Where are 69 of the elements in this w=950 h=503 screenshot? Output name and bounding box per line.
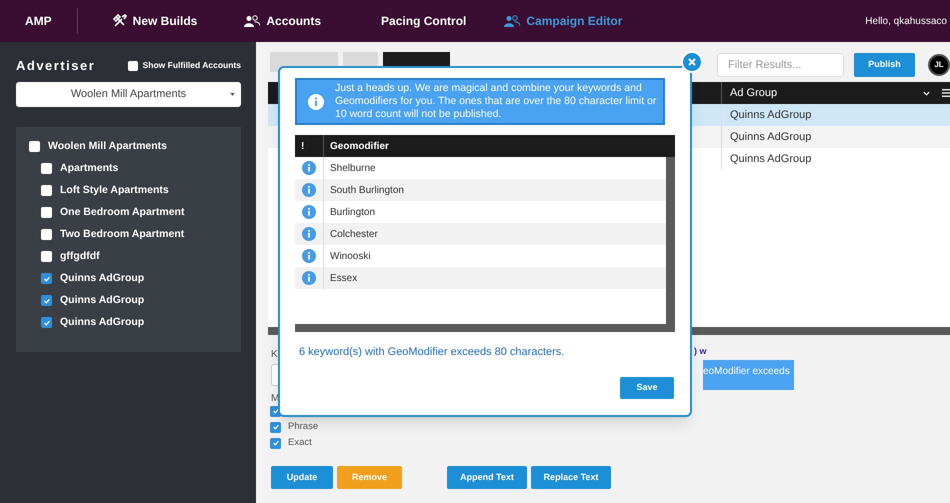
checkbox-label: Phrase (288, 420, 318, 434)
checkmark-icon (42, 318, 50, 326)
caret-icon (230, 92, 235, 96)
brand-name[interactable]: AMP (25, 12, 52, 30)
checkbox[interactable] (41, 251, 52, 262)
nav-link[interactable]: Campaign Editor (504, 12, 622, 30)
checkbox[interactable] (41, 163, 52, 174)
advertiser-dropdown[interactable]: Woolen Mill Apartments (16, 82, 241, 106)
warning-message: 6 keyword(s) with GeoModifier exceeds 80 characters. (299, 345, 566, 360)
form-button[interactable]: Update (271, 466, 333, 489)
tree-item[interactable]: Quinns AdGroup (60, 270, 144, 286)
info-icon (302, 205, 316, 219)
tree-item[interactable]: Quinns AdGroup (60, 292, 144, 308)
checkmark-icon (42, 274, 50, 282)
table-cell-text: South Burlington (329, 184, 404, 198)
table-cell-text: Essex (329, 272, 358, 286)
table-cell-text: Winooski (329, 250, 371, 264)
checkbox[interactable] (128, 60, 138, 71)
banner-text: Just a heads up. We are magical and combine your keywords and Geomodifiers for you. The ones that are over the 80 character limit or 10 word count will not be published. (335, 82, 658, 121)
checkbox[interactable] (270, 422, 281, 432)
tooltip: eoModifier exceeds (703, 360, 794, 390)
info-icon (302, 183, 316, 197)
tree-item[interactable]: Two Bedroom Apartment (60, 226, 184, 242)
checkbox[interactable] (41, 229, 52, 240)
people-icon (244, 15, 260, 27)
nav-link[interactable]: New Builds (112, 12, 198, 30)
sidebar-title: Advertiser (16, 57, 96, 75)
checkbox[interactable] (41, 295, 52, 306)
tree-item[interactable]: Apartments (60, 160, 118, 176)
field-label: K (271, 348, 278, 361)
tree-item[interactable]: Quinns AdGroup (60, 314, 144, 330)
table-cell-text: Shelburne (329, 162, 376, 176)
info-icon (302, 161, 316, 175)
info-icon (302, 271, 316, 285)
checkmark-icon (42, 296, 50, 304)
checkbox-label: Exact (288, 436, 312, 450)
greeting-text: Hello, qkahussaco (865, 14, 947, 28)
menu-icon[interactable] (942, 89, 950, 97)
checkbox[interactable] (41, 317, 52, 328)
avatar[interactable]: JL (928, 54, 950, 76)
close-button[interactable] (681, 51, 703, 73)
table-cell-text: Burlington (329, 206, 376, 220)
tree-item[interactable]: gffgdfdf (60, 248, 100, 264)
notice-text: ) w (694, 345, 706, 358)
table-cell-text: Colchester (329, 228, 378, 242)
chevron-icon (923, 90, 930, 96)
tree-item[interactable]: Woolen Mill Apartments (48, 138, 168, 154)
info-icon (302, 227, 316, 241)
tools-icon (112, 14, 127, 28)
form-button[interactable]: Replace Text (531, 466, 611, 489)
checkbox[interactable] (41, 185, 52, 196)
checkbox-label: Show Fulfilled Accounts (142, 59, 241, 72)
form-button[interactable]: Append Text (447, 466, 527, 489)
save-button[interactable]: Save (620, 376, 674, 398)
checkbox[interactable] (41, 273, 52, 284)
nav-link[interactable]: Accounts (244, 12, 322, 30)
tree-item[interactable]: Loft Style Apartments (60, 182, 169, 198)
nav-link[interactable]: Pacing Control (381, 12, 466, 30)
checkbox[interactable] (29, 141, 40, 152)
info-icon (308, 94, 324, 110)
publish-button[interactable]: Publish (854, 53, 915, 77)
info-icon (302, 249, 316, 263)
tree-item[interactable]: One Bedroom Apartment (60, 204, 184, 220)
checkbox[interactable] (270, 438, 281, 448)
table-cell: Quinns AdGroup (721, 148, 812, 170)
checkbox[interactable] (41, 207, 52, 218)
filter-field[interactable]: Filter Results... (717, 53, 844, 77)
column-header[interactable]: Geomodifier (324, 138, 389, 154)
people-icon (504, 15, 520, 27)
